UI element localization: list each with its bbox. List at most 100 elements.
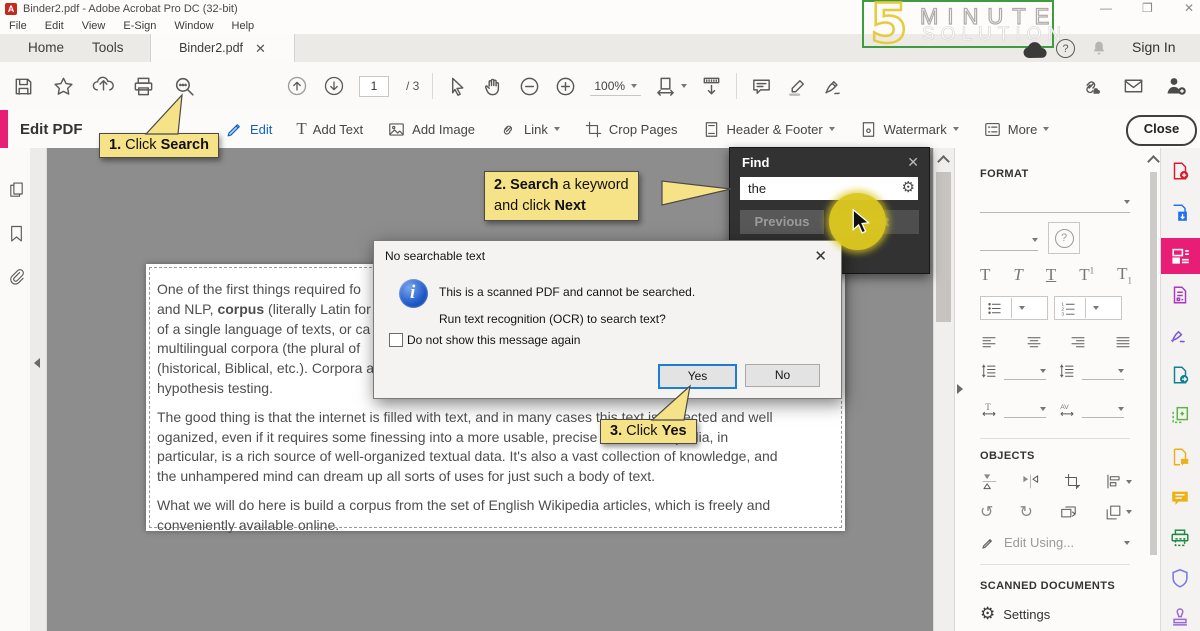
highlighter-icon[interactable] (786, 75, 809, 98)
align-objects-select[interactable] (1104, 472, 1132, 491)
chevron-down-icon (953, 127, 959, 131)
chevron-down-icon (1040, 407, 1046, 411)
horizontal-scale-select[interactable]: T (980, 400, 1046, 418)
zoom-out-icon[interactable] (518, 75, 541, 98)
edit-pdf-tool-selected[interactable] (1161, 238, 1200, 274)
save-icon[interactable] (12, 75, 35, 98)
font-help-button[interactable]: ? (1048, 222, 1080, 254)
underline-icon[interactable]: T (1046, 265, 1056, 285)
menu-view[interactable]: View (73, 18, 115, 34)
stamp-icon[interactable] (1169, 607, 1191, 629)
find-previous-button[interactable]: Previous (740, 210, 824, 234)
expand-panel-icon[interactable] (957, 384, 963, 394)
fit-width-select[interactable] (654, 75, 687, 98)
watermark-button[interactable]: Watermark (859, 120, 959, 139)
create-pdf-icon[interactable] (1169, 160, 1191, 182)
ocr-close-icon[interactable]: ✕ (814, 247, 827, 265)
previous-page-icon[interactable] (285, 74, 309, 98)
menu-help[interactable]: Help (223, 18, 264, 34)
menu-esign[interactable]: E-Sign (114, 18, 165, 34)
flip-horizontal-icon[interactable] (1021, 472, 1040, 491)
page-number-input[interactable]: 1 (359, 76, 389, 97)
numbered-list-select[interactable]: 123 (1054, 296, 1122, 320)
flip-vertical-icon[interactable] (980, 472, 999, 491)
close-window-button[interactable]: ✕ (1184, 2, 1194, 14)
font-family-select[interactable] (980, 192, 1130, 213)
rotate-ccw-icon[interactable]: ↺ (980, 502, 993, 522)
star-icon[interactable] (52, 75, 75, 98)
fill-sign-tool-icon[interactable] (1169, 324, 1191, 346)
tab-document[interactable]: Binder2.pdf ✕ (150, 34, 295, 62)
align-center-icon[interactable] (1025, 334, 1043, 352)
find-dialog-title: Find (742, 155, 769, 170)
font-size-select[interactable] (980, 230, 1038, 251)
subscript-icon[interactable]: T1 (1117, 264, 1132, 285)
hand-tool-icon[interactable] (482, 75, 505, 98)
edit-using-select[interactable]: Edit Using... (980, 534, 1130, 551)
crop-object-icon[interactable] (1063, 472, 1082, 491)
edit-tool-button[interactable]: Edit (225, 120, 272, 139)
next-page-icon[interactable] (322, 74, 346, 98)
organize-pages-icon[interactable] (1169, 404, 1191, 426)
close-editpdf-button[interactable]: Close (1126, 115, 1197, 146)
italic-icon[interactable]: T (1013, 265, 1022, 285)
select-cursor-icon[interactable] (446, 75, 469, 98)
notifications-bell-icon[interactable] (1090, 39, 1108, 57)
add-image-button[interactable]: Add Image (387, 120, 475, 139)
arrange-select[interactable] (1104, 503, 1132, 522)
superscript-icon[interactable]: T1 (1079, 265, 1094, 285)
restore-button[interactable]: ❐ (1142, 2, 1153, 14)
minimize-button[interactable]: — (1100, 2, 1112, 14)
prepare-form-icon[interactable] (1169, 284, 1191, 306)
add-user-icon[interactable] (1164, 74, 1188, 98)
zoom-level-select[interactable]: 100% (590, 77, 641, 96)
character-spacing-select[interactable]: AV (1058, 400, 1124, 418)
do-not-show-checkbox[interactable] (389, 333, 403, 347)
find-options-gear-icon[interactable]: ⚙ (902, 179, 915, 197)
tab-close-icon[interactable]: ✕ (255, 42, 266, 55)
more-tools-button[interactable]: More (983, 120, 1050, 139)
page-thumbnails-icon[interactable] (6, 180, 27, 201)
sign-in-button[interactable]: Sign In (1132, 39, 1176, 55)
align-right-icon[interactable] (1069, 334, 1087, 352)
menu-edit[interactable]: Edit (36, 18, 73, 34)
protect-shield-icon[interactable] (1169, 567, 1191, 589)
header-footer-button[interactable]: Header & Footer (702, 120, 835, 139)
bookmarks-icon[interactable] (6, 223, 27, 244)
menu-window[interactable]: Window (165, 18, 222, 34)
export-pdf-icon[interactable] (1169, 202, 1191, 224)
find-close-icon[interactable]: ✕ (907, 154, 919, 171)
attachments-paperclip-icon[interactable] (6, 266, 27, 287)
scanned-settings-button[interactable]: ⚙ Settings (980, 604, 1050, 624)
align-justify-icon[interactable] (1114, 334, 1132, 352)
tab-home[interactable]: Home (12, 34, 80, 62)
crop-pages-button[interactable]: Crop Pages (584, 120, 678, 139)
rotate-cw-icon[interactable]: ↻ (1019, 502, 1032, 522)
align-left-icon[interactable] (980, 334, 998, 352)
share-cloud-icon[interactable] (92, 75, 115, 98)
find-search-input[interactable] (740, 177, 918, 200)
link-share-icon[interactable] (1080, 75, 1103, 98)
line-spacing-select[interactable] (980, 362, 1046, 380)
bullet-list-select[interactable] (980, 296, 1048, 320)
fit-page-icon[interactable] (700, 75, 723, 98)
comment-icon[interactable] (750, 75, 773, 98)
add-text-button[interactable]: T Add Text (296, 119, 363, 139)
paragraph-spacing-select[interactable] (1058, 362, 1124, 380)
print-production-icon[interactable] (1169, 527, 1191, 549)
tab-tools[interactable]: Tools (76, 34, 140, 62)
ocr-no-button[interactable]: No (745, 364, 820, 387)
link-tool-button[interactable]: Link (499, 120, 560, 139)
send-for-comments-icon[interactable] (1169, 364, 1191, 386)
fill-sign-icon[interactable] (822, 75, 845, 98)
collapse-left-panel-icon[interactable] (34, 358, 40, 368)
zoom-in-icon[interactable] (554, 75, 577, 98)
replace-image-icon[interactable] (1059, 503, 1078, 522)
request-signature-icon[interactable] (1169, 446, 1191, 468)
comment-tool-icon[interactable] (1169, 487, 1191, 509)
panel-scrollbar-thumb[interactable] (1150, 172, 1157, 555)
email-icon[interactable] (1122, 75, 1145, 98)
scrollbar-thumb[interactable] (936, 172, 951, 322)
menu-file[interactable]: File (0, 18, 36, 34)
bold-icon[interactable]: T (980, 265, 990, 285)
